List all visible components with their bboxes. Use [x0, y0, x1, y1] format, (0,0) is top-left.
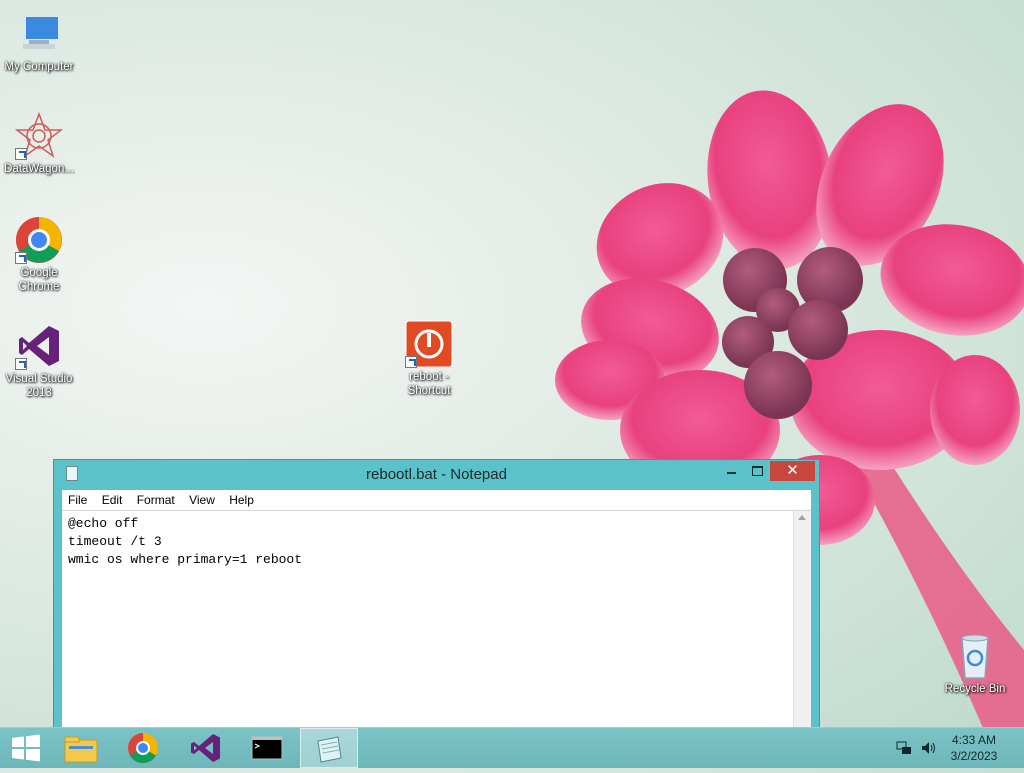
- notepad-icon: [317, 736, 342, 763]
- desktop-icon-label: Recycle Bin: [944, 683, 1006, 695]
- command-prompt-icon: [251, 736, 283, 760]
- desktop-icon-label: reboot - Shortcut: [407, 371, 451, 397]
- volume-icon[interactable]: [920, 740, 938, 756]
- clock[interactable]: 4:33 AM 3/2/2023: [944, 732, 1004, 764]
- start-icon: [12, 734, 40, 762]
- power-icon: [405, 320, 453, 368]
- window-title: rebootl.bat - Notepad: [366, 466, 507, 483]
- desktop-icon-label: DataWagon...: [4, 163, 74, 175]
- desktop-icon-google-chrome[interactable]: Google Chrome: [0, 216, 78, 294]
- visual-studio-icon: [15, 322, 63, 370]
- desktop-icon-label: Visual Studio 2013: [5, 373, 73, 399]
- desktop-icon-label: Google Chrome: [18, 267, 60, 293]
- taskbar-chrome[interactable]: [114, 728, 172, 768]
- taskbar-notepad[interactable]: [300, 728, 358, 768]
- desktop-icon-label: My Computer: [4, 61, 74, 73]
- shortcut-arrow-icon: [15, 252, 27, 264]
- desktop-icon-visual-studio[interactable]: Visual Studio 2013: [0, 322, 78, 400]
- chrome-icon: [15, 216, 63, 264]
- maximize-button[interactable]: [744, 461, 770, 481]
- start-button[interactable]: [0, 728, 58, 768]
- vertical-scrollbar[interactable]: [793, 511, 811, 738]
- visual-studio-icon: [191, 734, 220, 762]
- clock-time: 4:33 AM: [951, 733, 997, 747]
- computer-icon: [15, 10, 63, 58]
- desktop-icon-reboot-shortcut[interactable]: reboot - Shortcut: [390, 320, 468, 398]
- editor-content[interactable]: @echo off timeout /t 3 wmic os where pri…: [62, 511, 811, 573]
- menu-file[interactable]: File: [62, 490, 92, 507]
- close-button[interactable]: ✕: [770, 461, 815, 481]
- menu-bar: File Edit Format View Help: [62, 490, 811, 510]
- taskbar: 4:33 AM 3/2/2023: [0, 727, 1024, 768]
- menu-view[interactable]: View: [183, 490, 220, 507]
- desktop-icon-recycle-bin[interactable]: Recycle Bin: [936, 632, 1014, 696]
- menu-edit[interactable]: Edit: [96, 490, 128, 507]
- file-explorer-icon: [64, 736, 98, 763]
- taskbar-file-explorer[interactable]: [52, 728, 110, 768]
- menu-help[interactable]: Help: [223, 490, 259, 507]
- recycle-bin-icon: [951, 632, 999, 680]
- shortcut-arrow-icon: [405, 356, 417, 368]
- datawagon-icon: [14, 111, 64, 160]
- scroll-up-icon[interactable]: [798, 515, 806, 520]
- minimize-button[interactable]: [718, 461, 744, 481]
- text-editor[interactable]: @echo off timeout /t 3 wmic os where pri…: [62, 510, 811, 738]
- taskbar-visual-studio[interactable]: [176, 728, 234, 768]
- chrome-icon: [128, 733, 159, 764]
- desktop-icon-my-computer[interactable]: My Computer: [0, 10, 78, 74]
- menu-format[interactable]: Format: [131, 490, 180, 507]
- shortcut-arrow-icon: [15, 358, 27, 370]
- shortcut-arrow-icon: [15, 148, 27, 160]
- clock-date: 3/2/2023: [950, 749, 998, 763]
- title-bar[interactable]: rebootl.bat - Notepad ✕: [54, 460, 819, 488]
- notepad-window[interactable]: rebootl.bat - Notepad ✕ File Edit Format…: [53, 459, 820, 739]
- desktop-icon-datawagon[interactable]: DataWagon...: [0, 111, 78, 176]
- network-icon[interactable]: [896, 740, 912, 756]
- taskbar-command-prompt[interactable]: [238, 728, 296, 768]
